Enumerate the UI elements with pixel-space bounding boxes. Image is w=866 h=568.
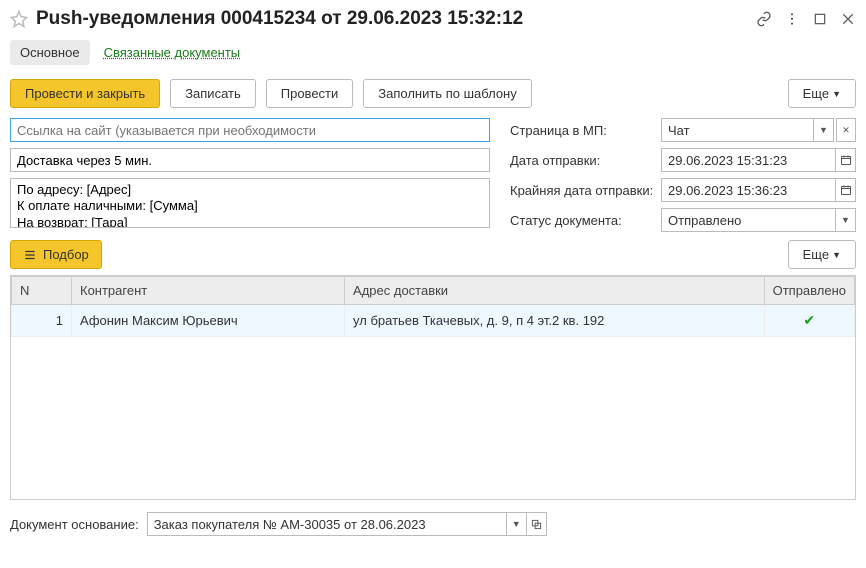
basis-open-icon[interactable]	[527, 512, 547, 536]
submit-and-close-button[interactable]: Провести и закрыть	[10, 79, 160, 108]
deadline-input[interactable]: 29.06.2023 15:36:23	[661, 178, 836, 202]
cell-address: ул братьев Ткачевых, д. 9, п 4 эт.2 кв. …	[345, 305, 765, 337]
send-date-label: Дата отправки:	[510, 153, 655, 168]
delivery-input[interactable]	[10, 148, 490, 172]
cell-contragent: Афонин Максим Юрьевич	[72, 305, 345, 337]
deadline-calendar-icon[interactable]	[836, 178, 856, 202]
fill-by-template-button[interactable]: Заполнить по шаблону	[363, 79, 531, 108]
footer: Документ основание: Заказ покупателя № А…	[10, 512, 856, 536]
basis-dropdown-icon[interactable]: ▼	[507, 512, 527, 536]
page-mp-select[interactable]: Чат	[661, 118, 814, 142]
page-mp-label: Страница в МП:	[510, 123, 655, 138]
chevron-down-icon: ▼	[832, 250, 841, 260]
url-input[interactable]	[10, 118, 490, 142]
table-more-label: Еще	[803, 247, 829, 262]
deadline-label: Крайняя дата отправки:	[510, 183, 655, 198]
status-label: Статус документа:	[510, 213, 655, 228]
close-icon[interactable]	[840, 11, 856, 27]
send-date-calendar-icon[interactable]	[836, 148, 856, 172]
tab-linked-docs[interactable]: Связанные документы	[94, 40, 251, 65]
cell-n: 1	[12, 305, 72, 337]
main-toolbar: Провести и закрыть Записать Провести Зап…	[10, 79, 856, 108]
table-toolbar: Подбор Еще ▼	[10, 240, 856, 269]
page-mp-dropdown-icon[interactable]: ▼	[814, 118, 834, 142]
favorite-star-icon[interactable]	[10, 10, 28, 28]
window-header: Push-уведомления 000415234 от 29.06.2023…	[10, 8, 856, 30]
maximize-icon[interactable]	[812, 11, 828, 27]
more-label: Еще	[803, 86, 829, 101]
basis-input[interactable]: Заказ покупателя № АМ-30035 от 28.06.202…	[147, 512, 507, 536]
window-title: Push-уведомления 000415234 от 29.06.2023…	[36, 8, 756, 30]
cell-sent: ✔	[764, 305, 854, 337]
template-textarea[interactable]: По адресу: [Адрес] К оплате наличными: […	[10, 178, 490, 228]
checkmark-icon: ✔	[803, 312, 815, 328]
link-icon[interactable]	[756, 11, 772, 27]
col-contragent[interactable]: Контрагент	[72, 277, 345, 305]
list-icon	[23, 248, 37, 262]
recipients-table: N Контрагент Адрес доставки Отправлено 1…	[10, 275, 856, 500]
page-mp-clear-icon[interactable]: ✕	[836, 118, 856, 142]
kebab-menu-icon[interactable]	[784, 11, 800, 27]
col-n[interactable]: N	[12, 277, 72, 305]
pick-label: Подбор	[43, 247, 89, 262]
status-dropdown-icon[interactable]: ▼	[836, 208, 856, 232]
basis-label: Документ основание:	[10, 517, 139, 532]
table-row[interactable]: 1 Афонин Максим Юрьевич ул братьев Ткаче…	[12, 305, 855, 337]
chevron-down-icon: ▼	[832, 89, 841, 99]
tabs: Основное Связанные документы	[10, 40, 856, 65]
more-button[interactable]: Еще ▼	[788, 79, 856, 108]
table-more-button[interactable]: Еще ▼	[788, 240, 856, 269]
submit-button[interactable]: Провести	[266, 79, 354, 108]
col-sent[interactable]: Отправлено	[764, 277, 854, 305]
pick-button[interactable]: Подбор	[10, 240, 102, 269]
send-date-input[interactable]: 29.06.2023 15:31:23	[661, 148, 836, 172]
save-button[interactable]: Записать	[170, 79, 256, 108]
status-select[interactable]: Отправлено	[661, 208, 836, 232]
tab-main[interactable]: Основное	[10, 40, 90, 65]
col-address[interactable]: Адрес доставки	[345, 277, 765, 305]
